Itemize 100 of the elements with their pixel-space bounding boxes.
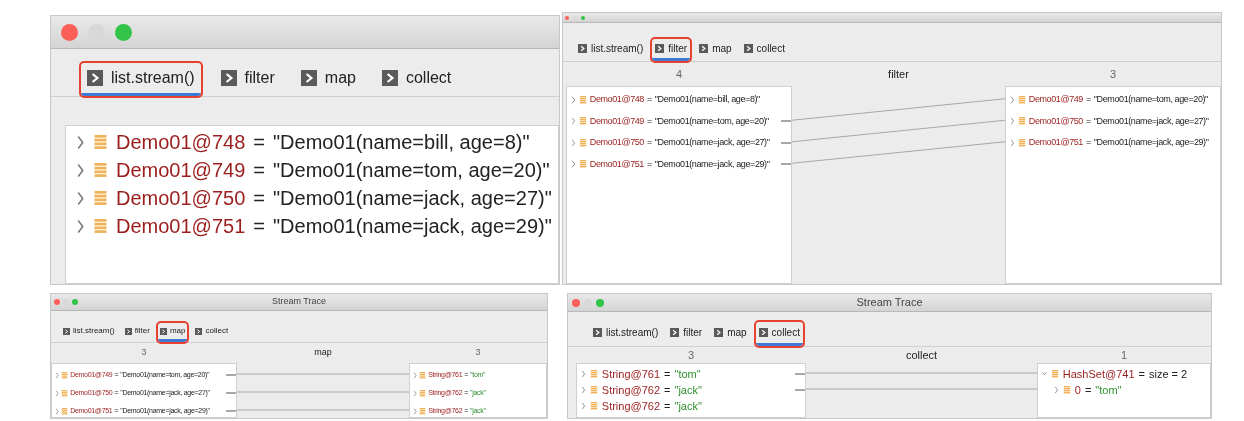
equals-sign: = [646, 136, 652, 149]
chevron-right-icon[interactable] [76, 190, 85, 206]
chevron-right-icon[interactable] [55, 407, 60, 415]
equals-sign: = [253, 158, 265, 183]
variable-value: "Demo01(name=jack, age=27)" [272, 186, 552, 211]
stacked-bars-icon [93, 134, 108, 150]
stacked-bars-icon [578, 117, 587, 126]
stage-tab[interactable]: filter [122, 323, 152, 342]
chevron-right-icon[interactable] [571, 138, 576, 147]
stage-tab[interactable]: list.stream() [575, 39, 647, 61]
chevron-right-icon[interactable] [55, 371, 60, 379]
stage-tab[interactable]: list.stream() [590, 322, 662, 346]
value-row[interactable]: String@762 = "jack" [577, 382, 805, 398]
stacked-bars-icon [578, 160, 587, 169]
close-button[interactable] [61, 23, 78, 41]
variable-value: "Demo01(name=tom, age=20)" [654, 114, 769, 128]
chevron-right-icon[interactable] [1010, 138, 1015, 147]
stacked-bars-icon [1017, 117, 1026, 126]
close-button[interactable] [565, 15, 569, 20]
stacked-bars-icon [1050, 370, 1059, 378]
chevron-down-icon[interactable] [1042, 370, 1047, 378]
chevron-right-icon[interactable] [581, 386, 586, 394]
zoom-button[interactable] [581, 15, 585, 20]
variable-name: Demo01@751 [589, 157, 644, 171]
variable-value: size = 2 [1148, 366, 1188, 382]
value-row[interactable]: Demo01@749 = "Demo01(name=tom, age=20)" [567, 110, 791, 132]
equals-sign: = [664, 398, 671, 414]
chevron-right-icon[interactable] [571, 95, 576, 104]
play-step-icon [714, 328, 724, 337]
connector-stub [795, 373, 805, 376]
variable-name: String@761 [601, 366, 661, 382]
variable-value: "Demo01(name=bill, age=8)" [654, 93, 760, 106]
equals-sign: = [646, 157, 652, 171]
stage-tab[interactable]: filter [667, 322, 706, 346]
variable-value: "Demo01(name=jack, age=27)" [1093, 114, 1209, 128]
stage-tab[interactable]: collect [755, 322, 803, 346]
stage-tab[interactable]: map [294, 63, 362, 96]
equals-sign: = [253, 214, 265, 239]
chevron-right-icon[interactable] [413, 371, 418, 379]
stacked-bars-icon [61, 389, 69, 397]
zoom-button[interactable] [72, 299, 78, 305]
equals-sign: = [1084, 382, 1092, 398]
chevron-right-icon[interactable] [413, 389, 418, 397]
item-count: 3 [1108, 66, 1118, 82]
chevron-right-icon[interactable] [1010, 117, 1015, 126]
stage-tab[interactable]: map [157, 323, 188, 342]
variable-name: String@762 [601, 382, 661, 398]
chevron-right-icon[interactable] [1010, 95, 1015, 104]
close-button[interactable] [54, 299, 60, 305]
stage-tab[interactable]: collect [740, 39, 788, 61]
stage-tab[interactable]: map [711, 322, 750, 346]
variable-name: Demo01@750 [116, 186, 246, 211]
value-row[interactable]: Demo01@748 = "Demo01(name=bill, age=8)" [567, 89, 791, 111]
chevron-right-icon[interactable] [1054, 386, 1059, 394]
equals-sign: = [1138, 366, 1145, 382]
stacked-bars-icon [1017, 138, 1026, 147]
chevron-right-icon[interactable] [76, 162, 85, 178]
zoom-button[interactable] [115, 23, 132, 41]
value-row[interactable]: Demo01@750 = "Demo01(name=jack, age=27)" [567, 132, 791, 154]
equals-sign: = [664, 366, 671, 382]
zoom-button[interactable] [596, 298, 604, 307]
play-step-icon [699, 44, 709, 53]
stage-tab[interactable]: list.stream() [61, 323, 117, 342]
stage-tab[interactable]: filter [652, 39, 691, 61]
equals-sign: = [1085, 136, 1091, 149]
chevron-right-icon[interactable] [413, 407, 418, 415]
stage-tab[interactable]: list.stream() [81, 63, 201, 96]
chevron-right-icon[interactable] [571, 160, 576, 169]
play-step-icon [300, 70, 317, 86]
stage-tab[interactable]: filter [214, 63, 281, 96]
play-step-icon [758, 328, 768, 337]
variable-name: 0 [1074, 382, 1081, 398]
stage-tab[interactable]: collect [193, 323, 231, 342]
chevron-right-icon[interactable] [581, 370, 586, 378]
window-title: Stream Trace [855, 295, 924, 311]
variable-value: "Demo01(name=jack, age=27)" [654, 136, 770, 149]
play-step-icon [670, 328, 680, 337]
variable-value: "Demo01(name=jack, age=29)" [1093, 136, 1209, 149]
chevron-right-icon[interactable] [76, 218, 85, 234]
chevron-right-icon[interactable] [55, 389, 60, 397]
connector-stub [781, 120, 791, 123]
variable-value: "Demo01(name=jack, age=29)" [272, 214, 552, 239]
value-row[interactable]: String@761 = "tom" [577, 366, 805, 382]
variable-name: Demo01@750 [589, 136, 644, 149]
stage-tab[interactable]: collect [375, 63, 458, 96]
stacked-bars-icon [1062, 386, 1071, 394]
value-row[interactable]: Demo01@751 = "Demo01(name=jack, age=29)" [567, 153, 791, 175]
value-row[interactable]: String@762 = "jack" [577, 398, 805, 414]
play-step-icon [159, 327, 167, 335]
connector-stub [781, 141, 791, 144]
stacked-bars-icon [93, 190, 108, 206]
variable-name: Demo01@749 [116, 158, 246, 183]
variable-value: "tom" [1095, 382, 1122, 398]
equals-sign: = [253, 186, 265, 211]
close-button[interactable] [572, 298, 580, 307]
chevron-right-icon[interactable] [581, 402, 586, 410]
chevron-right-icon[interactable] [571, 117, 576, 126]
chevron-right-icon[interactable] [76, 134, 85, 150]
play-step-icon [87, 70, 103, 86]
stage-tab[interactable]: map [696, 39, 735, 61]
